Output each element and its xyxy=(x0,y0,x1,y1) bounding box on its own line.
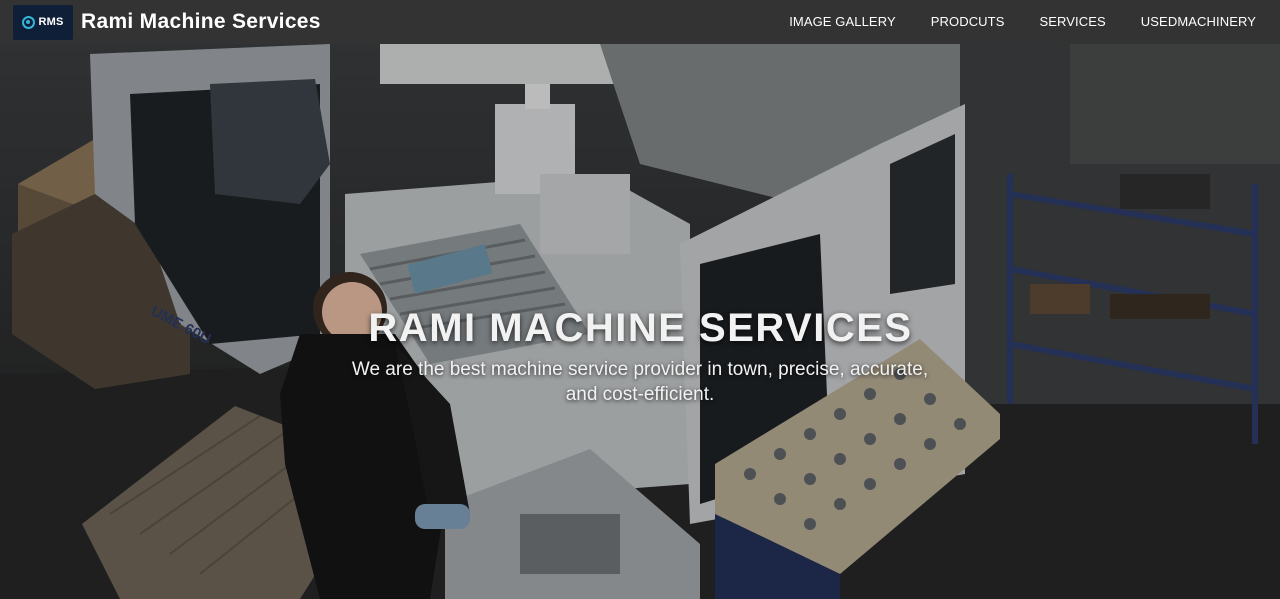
nav-links: IMAGE GALLERY PRODCUTS SERVICES USEDMACH… xyxy=(772,0,1280,44)
nav-link-services[interactable]: SERVICES xyxy=(1022,0,1123,44)
nav-link-used-machinery[interactable]: USEDMACHINERY xyxy=(1123,0,1280,44)
hero-subtitle: We are the best machine service provider… xyxy=(351,359,929,405)
hero-banner: UME 60U RAMI MACHINE SERVICES We are the… xyxy=(0,44,1280,599)
nav-link-products[interactable]: PRODCUTS xyxy=(913,0,1022,44)
brand-logo: RMS xyxy=(13,4,73,40)
brand-home-link[interactable]: RMS Rami Machine Services xyxy=(13,4,321,40)
nav-link-image-gallery[interactable]: IMAGE GALLERY xyxy=(772,0,914,44)
top-navbar: RMS Rami Machine Services IMAGE GALLERY … xyxy=(0,0,1280,44)
brand-name: Rami Machine Services xyxy=(81,10,321,33)
logo-text: RMS xyxy=(38,16,64,28)
hero-title: RAMI MACHINE SERVICES xyxy=(368,306,913,350)
rms-ring-icon xyxy=(22,15,36,29)
hero-text-block: RAMI MACHINE SERVICES We are the best ma… xyxy=(0,306,1280,407)
